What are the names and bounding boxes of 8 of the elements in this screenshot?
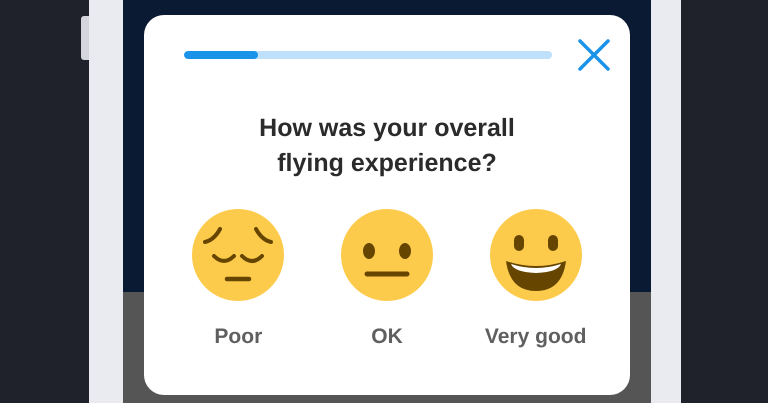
sad-face-icon[interactable]	[192, 209, 284, 301]
rating-label: Poor	[214, 325, 262, 349]
rating-label: OK	[371, 325, 403, 349]
question-text: How was your overall flying experience?	[258, 113, 516, 179]
smiling-face-icon[interactable]	[490, 209, 582, 301]
close-icon[interactable]	[578, 39, 610, 71]
rating-label: Very good	[484, 325, 586, 349]
neutral-face-icon[interactable]	[341, 209, 433, 301]
